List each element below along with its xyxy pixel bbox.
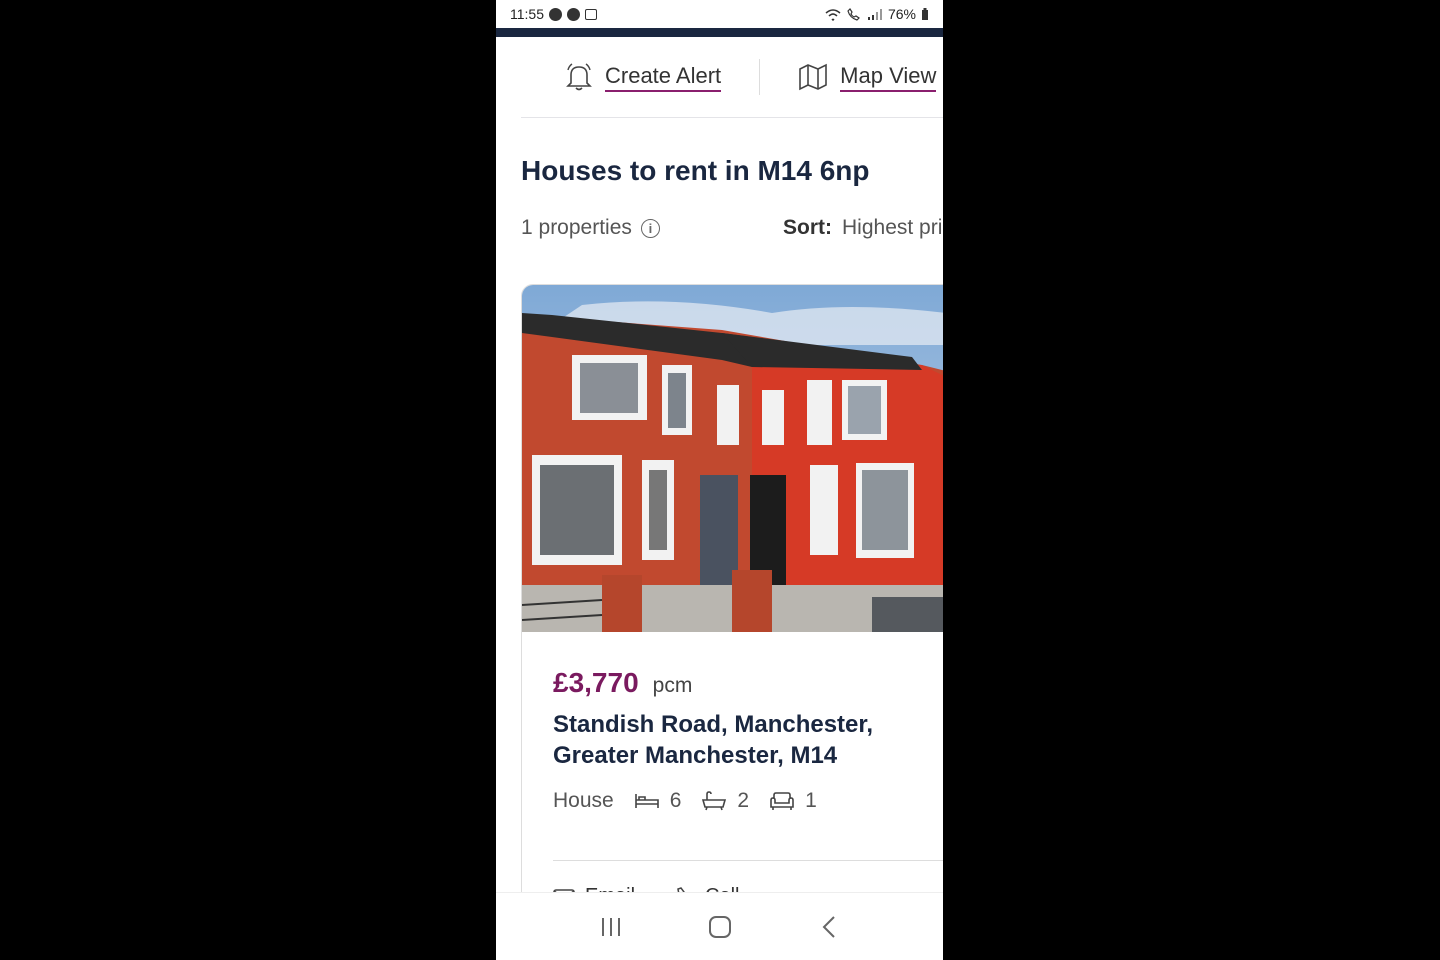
gallery-icon bbox=[585, 8, 597, 20]
bedrooms-feature: 6 bbox=[634, 789, 682, 813]
receptions-feature: 1 bbox=[769, 789, 817, 813]
back-icon bbox=[822, 915, 835, 938]
property-card[interactable]: £3,770 pcm Standish Road, Manchester, Gr… bbox=[521, 284, 943, 926]
property-address[interactable]: Standish Road, Manchester, Greater Manch… bbox=[553, 709, 933, 771]
notification-icon bbox=[567, 7, 580, 21]
bathrooms-feature: 2 bbox=[701, 789, 749, 813]
price: £3,770 bbox=[553, 667, 639, 698]
call-signal-icon bbox=[847, 7, 860, 21]
price-row: £3,770 pcm bbox=[553, 667, 692, 699]
status-time: 11:55 bbox=[510, 6, 544, 22]
home-button[interactable] bbox=[700, 907, 740, 947]
bathrooms-count: 2 bbox=[737, 789, 750, 812]
action-bar: Create Alert Map View bbox=[521, 37, 943, 118]
create-alert-button[interactable]: Create Alert bbox=[565, 62, 722, 92]
battery-percent: 76% bbox=[887, 6, 916, 22]
bell-icon bbox=[566, 63, 592, 91]
property-type: House bbox=[553, 789, 614, 812]
create-alert-label: Create Alert bbox=[605, 63, 722, 92]
results-meta: 1 properties i Sort: Highest price bbox=[521, 216, 943, 240]
map-icon bbox=[799, 63, 827, 91]
phone-screen: 11:55 76% Create Alert Map View Houses t… bbox=[496, 0, 943, 960]
action-divider bbox=[759, 59, 761, 95]
map-view-button[interactable]: Map View bbox=[798, 63, 937, 92]
price-unit: pcm bbox=[652, 674, 693, 697]
sofa-icon bbox=[770, 792, 794, 810]
notification-icon bbox=[549, 7, 562, 21]
sort-control[interactable]: Sort: Highest price bbox=[783, 216, 943, 240]
home-icon bbox=[708, 915, 731, 938]
map-view-label: Map View bbox=[840, 63, 937, 92]
status-bar: 11:55 76% bbox=[496, 0, 943, 28]
battery-icon bbox=[922, 8, 928, 20]
signal-icon bbox=[867, 8, 882, 20]
property-photo[interactable] bbox=[522, 285, 943, 632]
wifi-icon bbox=[825, 8, 841, 21]
bath-icon bbox=[702, 791, 727, 811]
recent-apps-button[interactable] bbox=[591, 907, 631, 947]
page-title: Houses to rent in M14 6np bbox=[521, 155, 870, 186]
recent-apps-icon bbox=[601, 917, 620, 936]
info-icon[interactable]: i bbox=[640, 218, 660, 238]
back-button[interactable] bbox=[809, 907, 849, 947]
sort-value: Highest price bbox=[842, 216, 943, 239]
property-count: 1 properties bbox=[521, 216, 632, 239]
header-band bbox=[496, 28, 943, 37]
sort-label: Sort: bbox=[783, 216, 832, 239]
card-divider bbox=[553, 860, 943, 861]
receptions-count: 1 bbox=[805, 789, 817, 812]
address-line-1: Standish Road, Manchester, bbox=[553, 711, 874, 738]
system-navigation-bar bbox=[496, 892, 943, 960]
property-features: House 6 2 1 bbox=[553, 789, 817, 813]
address-line-2: Greater Manchester, M14 bbox=[553, 742, 838, 769]
bedrooms-count: 6 bbox=[669, 789, 682, 812]
bed-icon bbox=[634, 794, 659, 808]
